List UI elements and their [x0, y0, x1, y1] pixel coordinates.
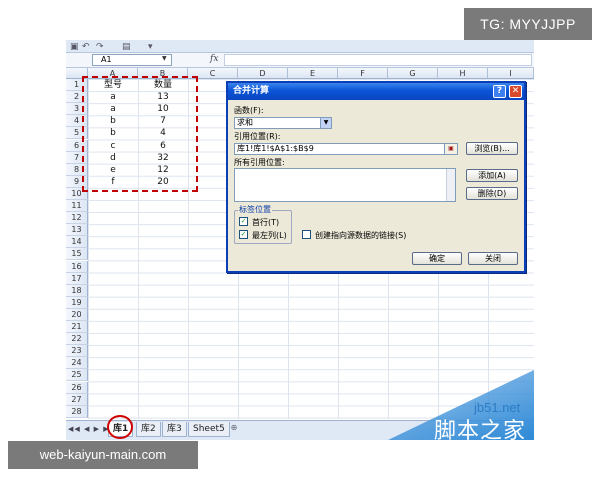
row-header[interactable]: 22: [66, 333, 88, 346]
delete-button[interactable]: 删除(D): [466, 187, 518, 200]
reference-input[interactable]: 库1!库1!$A$1:$B$9: [234, 143, 456, 155]
all-references-label: 所有引用位置:: [234, 158, 285, 167]
left-column-checkbox[interactable]: ✓: [239, 230, 248, 239]
link-source-checkbox[interactable]: [302, 230, 311, 239]
close-button[interactable]: 关闭: [468, 252, 518, 265]
column-header[interactable]: F: [338, 68, 388, 79]
ok-button[interactable]: 确定: [412, 252, 462, 265]
row-header[interactable]: 17: [66, 272, 88, 285]
label-position-title: 标签位置: [238, 204, 272, 215]
column-header[interactable]: H: [438, 68, 488, 79]
left-column-label: 最左列(L): [252, 231, 287, 240]
watermark-name: 脚本之家: [434, 419, 527, 444]
undo-icon[interactable]: ↶: [82, 42, 90, 52]
formula-input[interactable]: [224, 54, 532, 66]
row-header[interactable]: 19: [66, 296, 88, 309]
dialog-titlebar[interactable]: 合并计算: [228, 83, 524, 100]
tg-overlay-badge: TG: MYYJJPP: [464, 8, 592, 40]
name-box[interactable]: A1: [92, 54, 172, 66]
row-header[interactable]: 15: [66, 248, 88, 261]
redo-icon[interactable]: ↷: [96, 42, 104, 52]
row-header[interactable]: 26: [66, 381, 88, 394]
formula-bar: A1 ▼ fx: [66, 53, 534, 68]
quick-access-toolbar: ▣ ↶ ↷ ▤ ▾: [66, 40, 534, 53]
column-header[interactable]: I: [488, 68, 534, 79]
save-icon[interactable]: ▣: [70, 42, 79, 52]
column-header[interactable]: G: [388, 68, 438, 79]
list-scrollbar[interactable]: [446, 169, 455, 201]
close-icon[interactable]: ✕: [509, 85, 522, 98]
row-header[interactable]: 25: [66, 369, 88, 382]
row-header[interactable]: 21: [66, 321, 88, 334]
add-button[interactable]: 添加(A): [466, 169, 518, 182]
sheet-tab[interactable]: 库2: [136, 422, 161, 437]
chevron-down-icon[interactable]: ▼: [162, 55, 167, 62]
function-select[interactable]: 求和 ▼: [234, 117, 332, 129]
column-header[interactable]: E: [288, 68, 338, 79]
row-header[interactable]: 27: [66, 393, 88, 406]
row-header[interactable]: 13: [66, 224, 88, 237]
all-references-list[interactable]: [234, 168, 456, 202]
row-header[interactable]: 12: [66, 212, 88, 225]
row-header[interactable]: 11: [66, 200, 88, 213]
consolidate-dialog: 合并计算 ? ✕ 函数(F): 求和 ▼ 引用位置(R): 库1!库1!$A$1…: [226, 81, 526, 273]
web-overlay-badge: web-kaiyun-main.com: [8, 441, 198, 469]
column-header[interactable]: D: [238, 68, 288, 79]
reference-value: 库1!库1!$A$1:$B$9: [237, 144, 314, 153]
insert-sheet-icon[interactable]: ⊕: [226, 423, 242, 436]
function-icon[interactable]: fx: [210, 54, 218, 64]
top-row-checkbox[interactable]: ✓: [239, 217, 248, 226]
row-header[interactable]: 18: [66, 284, 88, 297]
top-row-label: 首行(T): [252, 218, 280, 227]
row-header[interactable]: 24: [66, 357, 88, 370]
help-button[interactable]: ?: [493, 85, 506, 98]
chevron-down-icon[interactable]: ▼: [320, 118, 331, 128]
customize-icon[interactable]: ▾: [148, 42, 153, 52]
reference-label: 引用位置(R):: [234, 132, 281, 141]
data-range-highlight: [82, 76, 198, 192]
collapse-dialog-icon[interactable]: ▣: [444, 143, 458, 155]
row-header[interactable]: 28: [66, 405, 88, 418]
row-header[interactable]: 20: [66, 308, 88, 321]
sheet-tab[interactable]: Sheet5: [188, 422, 230, 437]
link-source-label: 创建指向源数据的链接(S): [315, 231, 407, 240]
browse-button[interactable]: 浏览(B)...: [466, 142, 518, 155]
sheet-tab[interactable]: 库3: [162, 422, 187, 437]
print-icon[interactable]: ▤: [122, 42, 131, 52]
row-header[interactable]: 16: [66, 260, 88, 273]
row-header[interactable]: 14: [66, 236, 88, 249]
row-header[interactable]: 23: [66, 345, 88, 358]
dialog-title: 合并计算: [233, 86, 270, 96]
function-label: 函数(F):: [234, 106, 264, 115]
function-select-value: 求和: [237, 118, 253, 127]
active-tab-highlight-circle: [107, 415, 133, 439]
